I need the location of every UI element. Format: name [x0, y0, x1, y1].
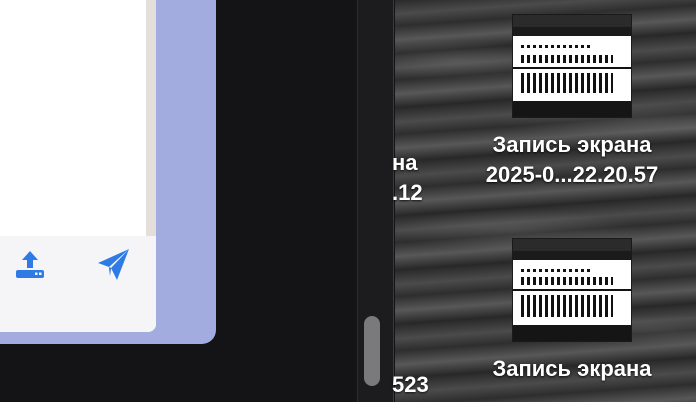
- file-name-line2: 2025-0...22.20.57: [485, 162, 659, 187]
- scrollbar-thumb[interactable]: [364, 316, 380, 386]
- partial-file-label: на: [392, 150, 418, 175]
- screen-recording-thumbnail-icon: [512, 238, 632, 342]
- partial-file-label: 523: [392, 372, 429, 397]
- upload-icon: [16, 251, 44, 278]
- send-button[interactable]: [96, 246, 132, 282]
- send-icon: [98, 249, 129, 280]
- composer-toolbar: [0, 236, 156, 332]
- file-name-line1: Запись экрана: [492, 132, 652, 157]
- file-name-line1: Запись экрана: [492, 356, 652, 381]
- desktop-file-item[interactable]: Запись экрана: [452, 238, 692, 384]
- message-scrollbar[interactable]: [146, 0, 156, 236]
- partial-file-label: .12: [392, 180, 423, 205]
- chat-panel: [0, 0, 156, 332]
- screen-recording-thumbnail-icon: [512, 14, 632, 118]
- upload-button[interactable]: [12, 246, 48, 282]
- desktop-file-item[interactable]: Запись экрана 2025-0...22.20.57: [452, 14, 692, 190]
- app-window: [0, 0, 216, 344]
- message-area[interactable]: [0, 0, 156, 236]
